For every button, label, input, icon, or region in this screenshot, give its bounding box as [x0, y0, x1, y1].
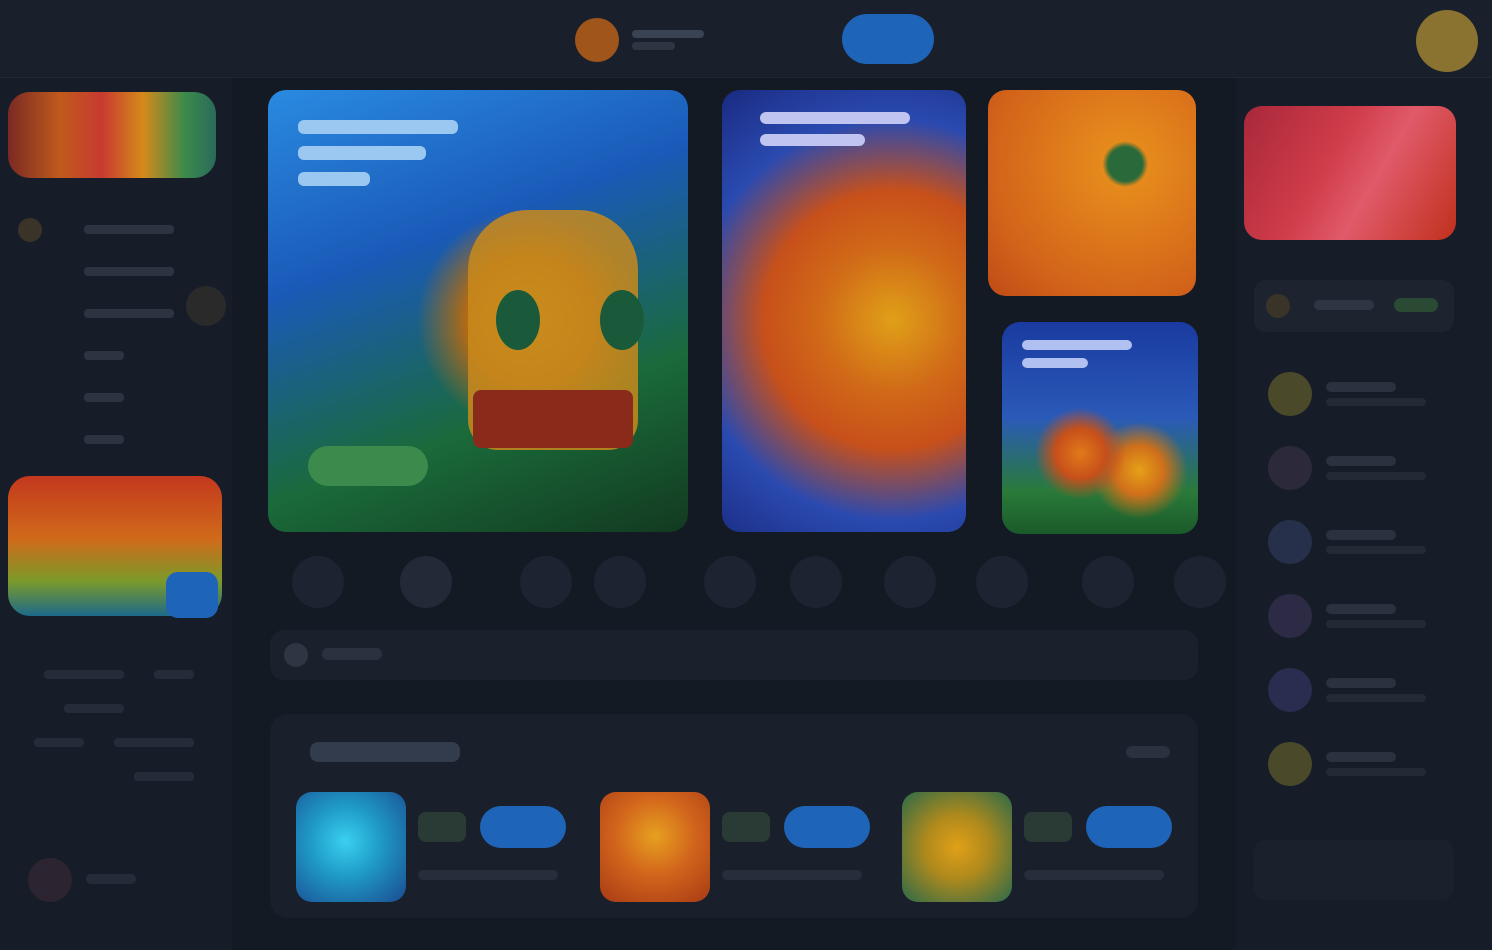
category-icon[interactable] — [594, 556, 646, 608]
sidebar-item[interactable] — [14, 250, 214, 292]
category-icon[interactable] — [884, 556, 936, 608]
game-thumbnail[interactable] — [600, 792, 710, 902]
list-item[interactable] — [1264, 364, 1464, 438]
main-content — [240, 78, 1230, 950]
sidebar-item[interactable] — [14, 292, 214, 334]
user-avatar[interactable] — [1416, 10, 1478, 72]
avatar — [1268, 372, 1312, 416]
category-icon[interactable] — [976, 556, 1028, 608]
hero-banner[interactable] — [722, 90, 966, 532]
hero-banner[interactable] — [988, 90, 1196, 296]
games-section — [270, 714, 1198, 918]
winners-tabs[interactable] — [1254, 280, 1454, 332]
banner-title — [298, 120, 458, 198]
language-selector[interactable] — [28, 858, 148, 902]
flag-icon — [28, 858, 72, 902]
game-thumbnail[interactable] — [902, 792, 1012, 902]
game-card[interactable] — [902, 792, 1192, 902]
game-thumbnail[interactable] — [296, 792, 406, 902]
search-input[interactable] — [270, 630, 1198, 680]
footer-link[interactable] — [24, 658, 214, 692]
list-item[interactable] — [1264, 734, 1464, 808]
sidebar-item-label — [84, 225, 174, 234]
game-badge — [418, 812, 466, 842]
sidebar-nav — [14, 208, 214, 502]
deposit-button[interactable] — [842, 14, 934, 64]
sidebar-item[interactable] — [14, 418, 214, 460]
sidebar-footer[interactable] — [1254, 840, 1454, 900]
eye-icon — [600, 290, 644, 350]
play-button[interactable] — [480, 806, 566, 848]
category-bar — [264, 552, 1226, 612]
game-card[interactable] — [600, 792, 890, 902]
trophy-icon — [1266, 294, 1290, 318]
game-badge — [722, 812, 770, 842]
winners-list — [1264, 364, 1464, 808]
game-title — [1024, 870, 1164, 880]
sidebar-item-label — [84, 435, 124, 444]
banner-title — [760, 112, 910, 156]
tab-label[interactable] — [1394, 298, 1438, 312]
category-icon[interactable] — [790, 556, 842, 608]
banner-cta-button[interactable] — [308, 446, 428, 486]
sidebar-item[interactable] — [14, 376, 214, 418]
tab-label[interactable] — [1314, 300, 1374, 310]
collapse-icon[interactable] — [186, 286, 226, 326]
avatar — [1268, 520, 1312, 564]
brand-logo[interactable] — [8, 92, 216, 178]
search-placeholder — [322, 648, 382, 660]
sidebar-item[interactable] — [14, 334, 214, 376]
avatar — [1268, 446, 1312, 490]
play-button[interactable] — [1086, 806, 1172, 848]
hero-banner[interactable] — [1002, 322, 1198, 534]
avatar — [1268, 594, 1312, 638]
right-sidebar — [1236, 78, 1492, 950]
sidebar-item[interactable] — [14, 208, 214, 250]
see-all-link[interactable] — [1126, 746, 1170, 758]
menu-icon[interactable] — [1340, 10, 1390, 40]
eye-icon — [496, 290, 540, 350]
hero-banner[interactable] — [268, 90, 688, 532]
avatar — [1268, 742, 1312, 786]
list-item[interactable] — [1264, 660, 1464, 734]
list-item[interactable] — [1264, 512, 1464, 586]
balance-display[interactable] — [632, 30, 704, 50]
list-item[interactable] — [1264, 586, 1464, 660]
banner-title — [1022, 340, 1132, 376]
category-icon[interactable] — [292, 556, 344, 608]
play-button[interactable] — [784, 806, 870, 848]
list-item[interactable] — [1264, 438, 1464, 512]
category-icon[interactable] — [704, 556, 756, 608]
sidebar-item-label — [84, 351, 124, 360]
sidebar-item-label — [84, 393, 124, 402]
nav-icon — [18, 218, 42, 242]
footer-link[interactable] — [24, 726, 214, 760]
category-icon[interactable] — [1174, 556, 1226, 608]
footer-links — [24, 658, 214, 794]
promo-button[interactable] — [166, 572, 218, 618]
footer-link[interactable] — [24, 760, 214, 794]
category-icon[interactable] — [520, 556, 572, 608]
top-bar — [0, 0, 1492, 78]
sidebar-item-label — [84, 267, 174, 276]
search-icon — [284, 643, 308, 667]
game-title — [418, 870, 558, 880]
mouth-illustration — [473, 390, 633, 448]
game-card[interactable] — [296, 792, 586, 902]
avatar — [1268, 668, 1312, 712]
category-icon[interactable] — [1082, 556, 1134, 608]
promo-banner[interactable] — [1244, 106, 1456, 240]
left-sidebar — [0, 78, 232, 950]
section-title — [310, 742, 460, 762]
game-title — [722, 870, 862, 880]
category-icon[interactable] — [400, 556, 452, 608]
game-badge — [1024, 812, 1072, 842]
footer-link[interactable] — [24, 692, 214, 726]
coin-icon — [575, 18, 619, 62]
sidebar-item-label — [84, 309, 174, 318]
